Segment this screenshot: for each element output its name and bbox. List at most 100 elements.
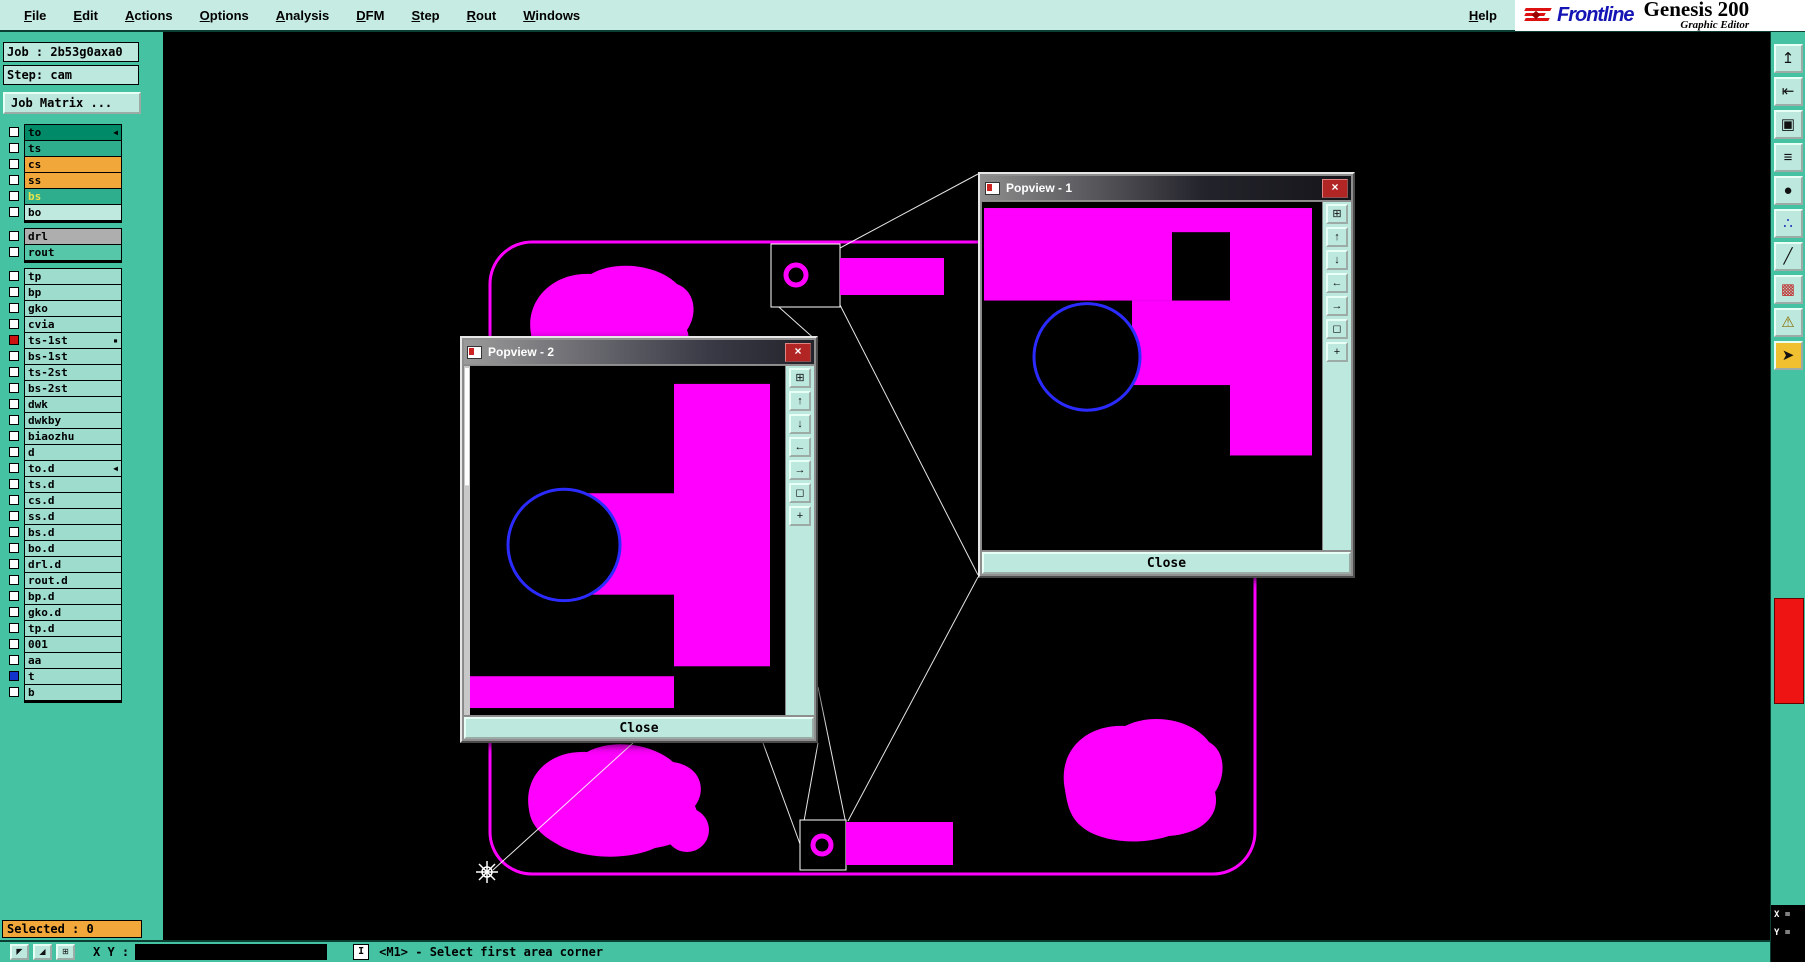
layer-row-t[interactable]: t [25, 669, 121, 684]
layer-checkbox-bo.d[interactable] [9, 543, 19, 553]
crosshair-icon[interactable]: + [789, 506, 811, 526]
layer-checkbox-dwkby[interactable] [9, 415, 19, 425]
pan-left-icon[interactable]: ← [1326, 273, 1348, 293]
layer-checkbox-bp[interactable] [9, 287, 19, 297]
menu-dfm[interactable]: DFM [356, 8, 384, 23]
layer-checkbox-ts-2st[interactable] [9, 367, 19, 377]
layer-row-ss[interactable]: ss [25, 173, 121, 188]
layer-checkbox-001[interactable] [9, 639, 19, 649]
pan-left-icon[interactable]: ← [789, 437, 811, 457]
layer-checkbox-to.d[interactable] [9, 463, 19, 473]
pv1-copper-column[interactable] [1230, 208, 1312, 456]
layer-row-rout[interactable]: rout [25, 245, 121, 260]
pv2-drill-hole[interactable] [506, 487, 622, 603]
pv2-copper-bottom-bar[interactable] [470, 676, 674, 709]
layer-checkbox-cs.d[interactable] [9, 495, 19, 505]
layer-checkbox-drl.d[interactable] [9, 559, 19, 569]
pv1-copper-mid[interactable] [1132, 300, 1230, 386]
layer-checkbox-ts-1st[interactable] [9, 335, 19, 345]
drill-ring-bottom[interactable] [810, 833, 834, 857]
layer-row-rout.d[interactable]: rout.d [25, 573, 121, 588]
pad-icon[interactable]: ● [1773, 176, 1803, 205]
layer-checkbox-aa[interactable] [9, 655, 19, 665]
layer-row-d[interactable]: d [25, 445, 121, 460]
line-icon[interactable]: ╱ [1773, 242, 1803, 271]
select-arrow-icon[interactable]: ➤ [1773, 341, 1803, 370]
layer-row-cvia[interactable]: cvia [25, 317, 121, 332]
layer-checkbox-ts.d[interactable] [9, 479, 19, 489]
layer-checkbox-d[interactable] [9, 447, 19, 457]
layer-checkbox-dwk[interactable] [9, 399, 19, 409]
workspace-canvas[interactable] [163, 32, 1770, 940]
pan-right-icon[interactable]: → [1326, 296, 1348, 316]
layer-checkbox-b[interactable] [9, 687, 19, 697]
pv2-copper-column[interactable] [674, 383, 770, 667]
layer-checkbox-biaozhu[interactable] [9, 431, 19, 441]
menu-help[interactable]: Help [1469, 8, 1497, 23]
fill-grid-icon[interactable]: ▩ [1773, 275, 1803, 304]
popview-1-canvas[interactable] [981, 201, 1323, 551]
crosshair-icon[interactable]: + [1326, 342, 1348, 362]
copper-blob-bottom-right[interactable] [1063, 719, 1223, 842]
xy-input[interactable] [135, 944, 328, 960]
layer-checkbox-bs-2st[interactable] [9, 383, 19, 393]
layer-checkbox-rout[interactable] [9, 247, 19, 257]
menu-options[interactable]: Options [200, 8, 249, 23]
menu-rout[interactable]: Rout [467, 8, 497, 23]
detail-pad-bottom[interactable] [846, 822, 953, 865]
measure-icon[interactable]: ◢ [33, 944, 52, 960]
layer-row-gko.d[interactable]: gko.d [25, 605, 121, 620]
zoom-extents-icon[interactable]: ◻ [789, 483, 811, 503]
layer-row-gko[interactable]: gko [25, 301, 121, 316]
pan-left-icon[interactable]: ⇤ [1773, 77, 1803, 106]
layer-row-dwkby[interactable]: dwkby [25, 413, 121, 428]
layer-row-tp.d[interactable]: tp.d [25, 621, 121, 636]
layer-row-to[interactable]: to ◀ [25, 125, 121, 140]
layer-checkbox-drl[interactable] [9, 231, 19, 241]
menu-windows[interactable]: Windows [523, 8, 580, 23]
layer-row-tp[interactable]: tp [25, 269, 121, 284]
layer-row-aa[interactable]: aa [25, 653, 121, 668]
layer-checkbox-bs-1st[interactable] [9, 351, 19, 361]
layer-row-bs-1st[interactable]: bs-1st [25, 349, 121, 364]
grid-snap-icon[interactable]: ⊞ [56, 944, 75, 960]
layer-row-ts-2st[interactable]: ts-2st [25, 365, 121, 380]
copper-bump[interactable] [665, 808, 709, 852]
menu-analysis[interactable]: Analysis [276, 8, 329, 23]
layer-row-bo.d[interactable]: bo.d [25, 541, 121, 556]
workspace[interactable]: Popview - 1 × ⊞ ↑ ↓ ← → ◻ + Close Popvie… [163, 32, 1770, 940]
pan-down-icon[interactable]: ↓ [789, 414, 811, 434]
layer-checkbox-tp[interactable] [9, 271, 19, 281]
pv2-scrollbar-thumb[interactable] [465, 367, 469, 486]
corner-select-icon[interactable]: ◤ [10, 944, 29, 960]
layer-row-ts-1st[interactable]: ts-1st ▪ [25, 333, 121, 348]
layer-row-ts[interactable]: ts [25, 141, 121, 156]
layer-checkbox-cvia[interactable] [9, 319, 19, 329]
layer-checkbox-ts[interactable] [9, 143, 19, 153]
layer-row-bs.d[interactable]: bs.d [25, 525, 121, 540]
layer-checkbox-bp.d[interactable] [9, 591, 19, 601]
pan-right-icon[interactable]: → [789, 460, 811, 480]
layer-row-bs[interactable]: bs [25, 189, 121, 204]
layer-row-ss.d[interactable]: ss.d [25, 509, 121, 524]
pv1-drill-hole[interactable] [1032, 302, 1142, 412]
layer-checkbox-rout.d[interactable] [9, 575, 19, 585]
layer-checkbox-bs[interactable] [9, 191, 19, 201]
menu-step[interactable]: Step [411, 8, 439, 23]
layers-icon[interactable]: ≡ [1773, 143, 1803, 172]
layer-checkbox-to[interactable] [9, 127, 19, 137]
layer-checkbox-ss.d[interactable] [9, 511, 19, 521]
layer-row-biaozhu[interactable]: biaozhu [25, 429, 121, 444]
pan-up-icon[interactable]: ↑ [1326, 227, 1348, 247]
mode-indicator-button[interactable]: I [353, 944, 370, 960]
layer-checkbox-gko[interactable] [9, 303, 19, 313]
layer-row-b[interactable]: b [25, 685, 121, 700]
popview-1-close-icon[interactable]: × [1322, 178, 1348, 198]
warning-icon[interactable]: ⚠ [1773, 308, 1803, 337]
menu-edit[interactable]: Edit [73, 8, 98, 23]
popview-2-close-button[interactable]: Close [464, 717, 814, 739]
layer-checkbox-bs.d[interactable] [9, 527, 19, 537]
job-matrix-button[interactable]: Job Matrix ... [3, 92, 141, 114]
points-icon[interactable]: ∴ [1773, 209, 1803, 238]
layer-row-cs[interactable]: cs [25, 157, 121, 172]
